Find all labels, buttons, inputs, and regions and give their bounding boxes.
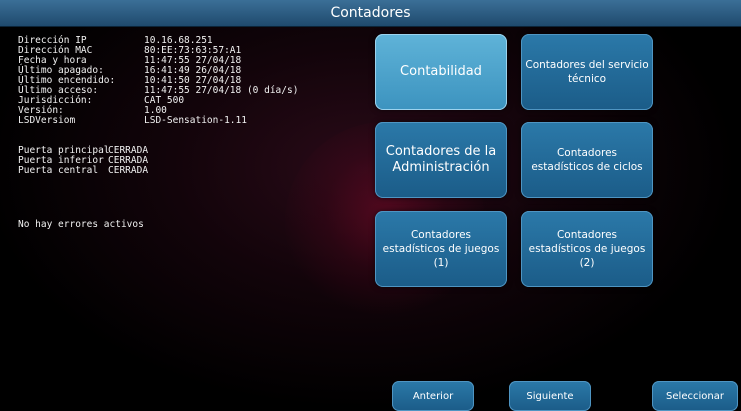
door-key: Puerta central xyxy=(18,165,99,176)
tile-juegos-1[interactable]: Contadores estadísticos de juegos (1) xyxy=(375,211,507,287)
tile-ciclos[interactable]: Contadores estadísticos de ciclos xyxy=(521,122,653,198)
tile-contabilidad[interactable]: Contabilidad xyxy=(375,34,507,110)
title-bar: Contadores xyxy=(0,0,741,27)
siguiente-button[interactable]: Siguiente xyxy=(509,381,591,411)
machine-info-panel: Dirección IP 10.16.68.251 Dirección MAC 80… xyxy=(18,36,298,176)
door-row: Puerta central CERRADA xyxy=(18,166,298,176)
tile-servicio-tecnico[interactable]: Contadores del servicio técnico xyxy=(521,34,653,110)
page-title: Contadores xyxy=(330,5,411,21)
anterior-button[interactable]: Anterior xyxy=(392,381,474,411)
tile-juegos-2[interactable]: Contadores estadísticos de juegos (2) xyxy=(521,211,653,287)
info-row: LSDVersiom LSD-Sensation-1.11 xyxy=(18,116,298,126)
errors-status: No hay errores activos xyxy=(18,219,144,230)
tile-administracion[interactable]: Contadores de la Administración xyxy=(375,122,507,198)
info-value: LSD-Sensation-1.11 xyxy=(144,115,247,126)
seleccionar-button[interactable]: Seleccionar xyxy=(652,381,738,411)
info-key: LSDVersiom xyxy=(18,115,76,126)
door-status: CERRADA xyxy=(108,165,149,176)
